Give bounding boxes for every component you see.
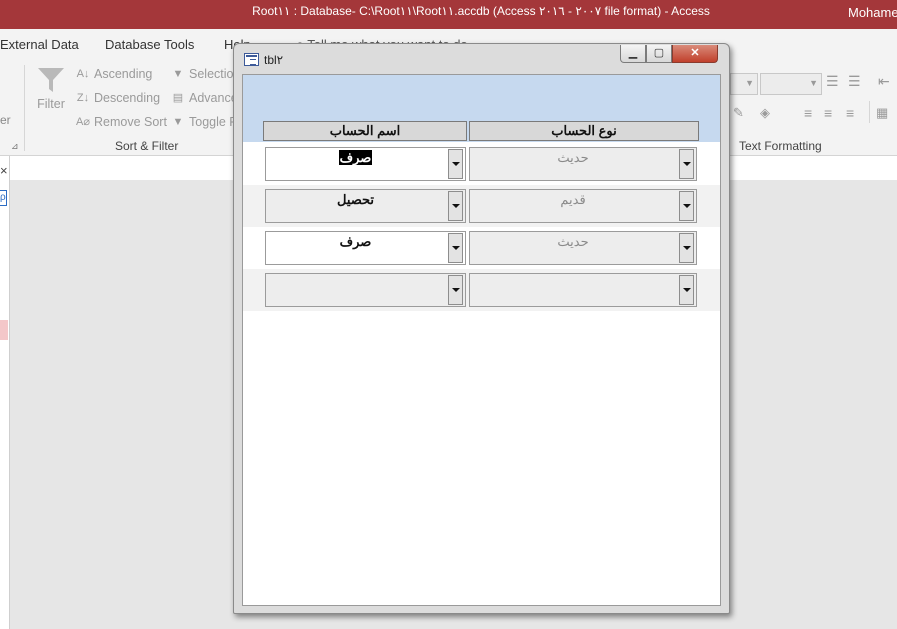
dropdown-arrow-icon[interactable]: [448, 233, 463, 263]
sort-filter-group-label: Sort & Filter: [115, 139, 179, 153]
account-type-combo[interactable]: قديم: [469, 189, 697, 223]
align-right-icon[interactable]: ≡: [846, 105, 854, 121]
toggle-filter-label: Toggle F: [189, 115, 237, 129]
gridlines-icon[interactable]: ▦: [876, 105, 888, 121]
form-header: اسم الحساب نوع الحساب: [243, 75, 720, 142]
remove-sort-icon: A⌀: [76, 116, 90, 128]
fill-color-icon[interactable]: ◈: [760, 105, 770, 121]
dropdown-arrow-icon[interactable]: [448, 149, 463, 179]
close-icon: ✕: [690, 47, 700, 59]
window-controls: ▁ ▢ ✕: [620, 45, 724, 65]
sort-ascending-icon: A↓: [76, 68, 90, 80]
selection-filter-icon: ▼: [172, 68, 184, 80]
advanced-filter-icon: ▤: [172, 92, 184, 104]
selected-text: صرف: [338, 150, 373, 165]
font-size-combo[interactable]: ▼: [760, 73, 822, 95]
app-title-bar: Root١١ : Database- C:\Root١١\Root١١.accd…: [0, 0, 897, 29]
tab-database-tools[interactable]: Database Tools: [105, 37, 194, 52]
navigation-pane-collapsed: [0, 156, 10, 629]
tab-external-data[interactable]: External Data: [0, 37, 79, 52]
nav-search-box[interactable]: ρ: [0, 190, 7, 206]
dropdown-arrow-icon[interactable]: [448, 275, 463, 305]
dropdown-arrow-icon[interactable]: [679, 275, 694, 305]
combo-value: صرف: [339, 234, 372, 249]
font-color-icon[interactable]: ✎: [733, 105, 744, 121]
search-icon: ρ: [0, 192, 6, 203]
form-client-area: اسم الحساب نوع الحساب صرف حديث تحصيل قدي…: [242, 74, 721, 606]
dropdown-arrow-icon[interactable]: [679, 233, 694, 263]
column-header-account-type: نوع الحساب: [469, 121, 699, 141]
filter-label: Filter: [37, 97, 65, 111]
remove-sort-label: Remove Sort: [94, 115, 167, 129]
text-formatting-group-label: Text Formatting: [739, 139, 822, 153]
nav-close-icon[interactable]: ×: [0, 163, 8, 178]
font-combo[interactable]: ▼: [730, 73, 758, 95]
advanced-button[interactable]: ▤ Advance: [171, 91, 238, 105]
remove-sort-button[interactable]: A⌀ Remove Sort: [76, 115, 167, 129]
toggle-filter-button[interactable]: ▼ Toggle F: [171, 115, 237, 129]
form-row: صرف حديث: [243, 227, 720, 269]
combo-value: حديث: [557, 234, 589, 249]
combo-value: صرف: [266, 150, 445, 166]
dialog-launcher-icon[interactable]: ⊿: [11, 141, 19, 152]
form-title: tbl٢: [264, 53, 284, 67]
minimize-button[interactable]: ▁: [620, 45, 646, 63]
filter-funnel-icon: [38, 68, 64, 92]
account-name-combo[interactable]: صرف: [265, 231, 466, 265]
numbering-icon[interactable]: ☰: [848, 73, 861, 90]
account-type-combo[interactable]: حديث: [469, 231, 697, 265]
account-name-combo[interactable]: تحصيل: [265, 189, 466, 223]
descending-label: Descending: [94, 91, 161, 105]
align-left-icon[interactable]: ≡: [804, 105, 812, 121]
account-type-combo[interactable]: حديث: [469, 147, 697, 181]
app-title: Root١١ : Database- C:\Root١١\Root١١.accd…: [252, 4, 710, 18]
sort-descending-icon: Z↓: [76, 92, 90, 104]
close-button[interactable]: ✕: [672, 45, 718, 63]
form-window: tbl٢ ▁ ▢ ✕ اسم الحساب نوع الحساب صرف حدي…: [233, 43, 730, 614]
combo-value: حديث: [557, 150, 589, 165]
column-header-account-name: اسم الحساب: [263, 121, 467, 141]
form-row: صرف حديث: [243, 143, 720, 185]
align-center-icon[interactable]: ≡: [824, 105, 832, 121]
chevron-down-icon: ▼: [809, 78, 818, 88]
combo-value: قديم: [560, 192, 586, 207]
dropdown-arrow-icon[interactable]: [679, 149, 694, 179]
ascending-button[interactable]: A↓ Ascending: [76, 67, 153, 81]
toggle-filter-icon: ▼: [172, 116, 184, 128]
nav-selected-item[interactable]: [0, 320, 8, 340]
descending-button[interactable]: Z↓ Descending: [76, 91, 160, 105]
ascending-label: Ascending: [94, 67, 153, 81]
account-name-combo[interactable]: [265, 273, 466, 307]
dropdown-arrow-icon[interactable]: [679, 191, 694, 221]
advanced-label: Advance: [189, 91, 238, 105]
account-type-combo[interactable]: [469, 273, 697, 307]
combo-value: تحصيل: [336, 192, 375, 207]
filter-button[interactable]: Filter: [36, 65, 66, 111]
account-name-combo[interactable]: صرف: [265, 147, 466, 181]
ribbon-separator: [869, 101, 870, 123]
partial-group-fragment: er: [0, 113, 11, 127]
chevron-down-icon: ▼: [745, 78, 754, 88]
form-row-new: [243, 269, 720, 311]
maximize-button[interactable]: ▢: [646, 45, 672, 63]
dropdown-arrow-icon[interactable]: [448, 191, 463, 221]
user-name[interactable]: Mohame: [848, 5, 897, 20]
indent-icon[interactable]: ⇤: [878, 73, 890, 90]
maximize-icon: ▢: [653, 47, 665, 59]
form-row: تحصيل قديم: [243, 185, 720, 227]
ribbon-separator: [24, 65, 25, 151]
form-icon: [244, 53, 259, 66]
bullets-icon[interactable]: ☰: [826, 73, 839, 90]
minimize-icon: ▁: [628, 47, 638, 59]
selection-button[interactable]: ▼ Selection: [171, 67, 241, 81]
